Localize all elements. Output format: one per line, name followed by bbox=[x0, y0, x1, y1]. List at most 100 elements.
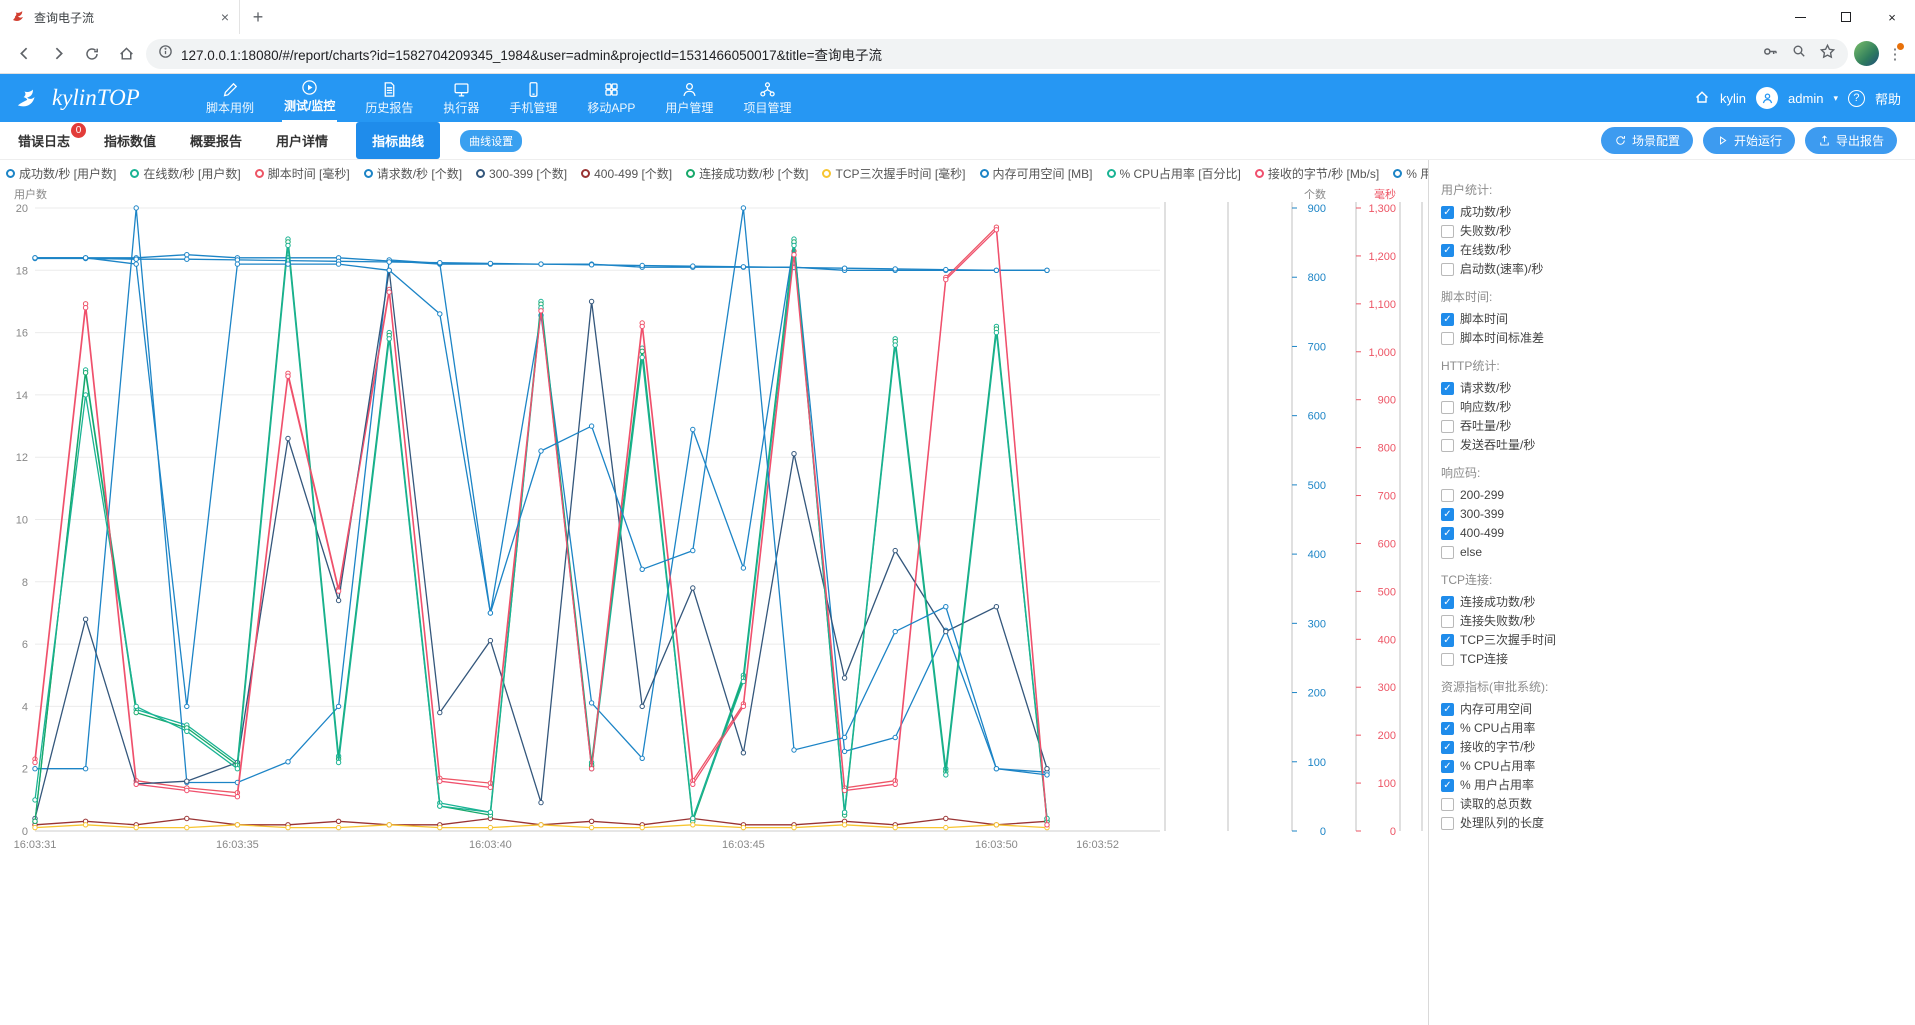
action-button-3[interactable]: 导出报告 bbox=[1805, 127, 1897, 154]
new-tab-button[interactable]: + bbox=[244, 3, 272, 31]
metric-checkbox-row[interactable]: 启动数(速率)/秒 bbox=[1441, 260, 1915, 279]
nav-item-3[interactable]: 历史报告 bbox=[363, 76, 415, 122]
user-menu-caret-icon[interactable]: ▾ bbox=[1833, 93, 1838, 104]
report-tab-1[interactable]: 错误日志0 bbox=[18, 131, 70, 150]
username[interactable]: admin bbox=[1788, 91, 1823, 106]
metric-checkbox-row[interactable]: ✓TCP三次握手时间 bbox=[1441, 631, 1915, 650]
forward-icon[interactable] bbox=[44, 40, 72, 68]
checkbox-unchecked-icon[interactable] bbox=[1441, 798, 1454, 811]
metric-checkbox-row[interactable]: 连接失败数/秒 bbox=[1441, 612, 1915, 631]
checkbox-unchecked-icon[interactable] bbox=[1441, 489, 1454, 502]
checkbox-unchecked-icon[interactable] bbox=[1441, 615, 1454, 628]
checkbox-checked-icon[interactable]: ✓ bbox=[1441, 313, 1454, 326]
checkbox-unchecked-icon[interactable] bbox=[1441, 546, 1454, 559]
nav-item-7[interactable]: 用户管理 bbox=[663, 76, 715, 122]
checkbox-unchecked-icon[interactable] bbox=[1441, 401, 1454, 414]
legend-item-7[interactable]: 连接成功数/秒 [个数] bbox=[686, 165, 808, 182]
curve-settings-button[interactable]: 曲线设置 bbox=[460, 130, 522, 152]
checkbox-unchecked-icon[interactable] bbox=[1441, 653, 1454, 666]
legend-item-3[interactable]: 脚本时间 [毫秒] bbox=[255, 165, 350, 182]
metric-checkbox-row[interactable]: ✓成功数/秒 bbox=[1441, 203, 1915, 222]
metric-checkbox-row[interactable]: ✓脚本时间 bbox=[1441, 310, 1915, 329]
checkbox-checked-icon[interactable]: ✓ bbox=[1441, 206, 1454, 219]
legend-item-10[interactable]: % CPU占用率 [百分比] bbox=[1107, 165, 1241, 182]
checkbox-checked-icon[interactable]: ✓ bbox=[1441, 527, 1454, 540]
browser-profile-avatar[interactable] bbox=[1854, 41, 1879, 66]
legend-item-5[interactable]: 300-399 [个数] bbox=[476, 165, 567, 182]
url-text[interactable]: 127.0.0.1:18080/#/report/charts?id=15827… bbox=[181, 44, 1754, 64]
page-info-icon[interactable] bbox=[158, 44, 173, 64]
back-icon[interactable] bbox=[10, 40, 38, 68]
tab-close-icon[interactable]: × bbox=[221, 9, 229, 25]
checkbox-checked-icon[interactable]: ✓ bbox=[1441, 741, 1454, 754]
brand-logo[interactable]: kylinTOP bbox=[14, 85, 204, 111]
legend-item-8[interactable]: TCP三次握手时间 [毫秒] bbox=[822, 165, 965, 182]
checkbox-checked-icon[interactable]: ✓ bbox=[1441, 703, 1454, 716]
metric-checkbox-row[interactable]: 响应数/秒 bbox=[1441, 398, 1915, 417]
help-label[interactable]: 帮助 bbox=[1875, 89, 1901, 108]
legend-item-6[interactable]: 400-499 [个数] bbox=[581, 165, 672, 182]
checkbox-checked-icon[interactable]: ✓ bbox=[1441, 722, 1454, 735]
report-tab-3[interactable]: 概要报告 bbox=[190, 131, 242, 150]
checkbox-unchecked-icon[interactable] bbox=[1441, 263, 1454, 276]
checkbox-checked-icon[interactable]: ✓ bbox=[1441, 596, 1454, 609]
metric-checkbox-row[interactable]: 处理队列的长度 bbox=[1441, 814, 1915, 833]
metric-checkbox-row[interactable]: 失败数/秒 bbox=[1441, 222, 1915, 241]
metric-checkbox-row[interactable]: ✓内存可用空间 bbox=[1441, 700, 1915, 719]
action-button-1[interactable]: 场景配置 bbox=[1601, 127, 1693, 154]
metric-checkbox-row[interactable]: ✓400-499 bbox=[1441, 524, 1915, 543]
metric-checkbox-row[interactable]: ✓请求数/秒 bbox=[1441, 379, 1915, 398]
bookmark-star-icon[interactable] bbox=[1819, 43, 1836, 65]
browser-tab[interactable]: 查询电子流 × bbox=[0, 0, 240, 34]
action-button-2[interactable]: 开始运行 bbox=[1703, 127, 1795, 154]
home-icon[interactable] bbox=[112, 40, 140, 68]
home-project-icon[interactable] bbox=[1694, 89, 1710, 108]
checkbox-unchecked-icon[interactable] bbox=[1441, 817, 1454, 830]
refresh-icon[interactable] bbox=[78, 40, 106, 68]
metric-checkbox-row[interactable]: 发送吞吐量/秒 bbox=[1441, 436, 1915, 455]
nav-item-8[interactable]: 项目管理 bbox=[741, 76, 793, 122]
metric-checkbox-row[interactable]: ✓在线数/秒 bbox=[1441, 241, 1915, 260]
metric-checkbox-row[interactable]: ✓% 用户占用率 bbox=[1441, 776, 1915, 795]
project-name[interactable]: kylin bbox=[1720, 91, 1746, 106]
window-close-button[interactable]: × bbox=[1869, 0, 1915, 34]
tab-metric-curves[interactable]: 指标曲线 bbox=[356, 122, 440, 159]
legend-item-12[interactable]: % 用户占用率 [百分比] bbox=[1393, 165, 1428, 182]
nav-item-5[interactable]: 手机管理 bbox=[507, 76, 559, 122]
checkbox-checked-icon[interactable]: ✓ bbox=[1441, 244, 1454, 257]
legend-item-9[interactable]: 内存可用空间 [MB] bbox=[980, 165, 1093, 182]
window-maximize-button[interactable] bbox=[1823, 0, 1869, 34]
checkbox-checked-icon[interactable]: ✓ bbox=[1441, 382, 1454, 395]
metric-checkbox-row[interactable]: 200-299 bbox=[1441, 486, 1915, 505]
checkbox-unchecked-icon[interactable] bbox=[1441, 332, 1454, 345]
password-key-icon[interactable] bbox=[1762, 43, 1779, 65]
help-icon[interactable]: ? bbox=[1848, 90, 1865, 107]
metric-checkbox-row[interactable]: else bbox=[1441, 543, 1915, 562]
metric-checkbox-row[interactable]: ✓% CPU占用率 bbox=[1441, 719, 1915, 738]
checkbox-unchecked-icon[interactable] bbox=[1441, 420, 1454, 433]
metric-checkbox-row[interactable]: ✓接收的字节/秒 bbox=[1441, 738, 1915, 757]
metric-checkbox-row[interactable]: ✓% CPU占用率 bbox=[1441, 757, 1915, 776]
metric-checkbox-row[interactable]: ✓300-399 bbox=[1441, 505, 1915, 524]
nav-item-1[interactable]: 脚本用例 bbox=[204, 76, 256, 122]
user-avatar[interactable] bbox=[1756, 87, 1778, 109]
legend-item-4[interactable]: 请求数/秒 [个数] bbox=[364, 165, 462, 182]
checkbox-unchecked-icon[interactable] bbox=[1441, 439, 1454, 452]
browser-menu-icon[interactable]: ⋮ bbox=[1885, 40, 1905, 68]
nav-item-2[interactable]: 测试/监控 bbox=[282, 74, 337, 122]
nav-item-6[interactable]: 移动APP bbox=[585, 76, 637, 122]
metric-checkbox-row[interactable]: TCP连接 bbox=[1441, 650, 1915, 669]
nav-item-4[interactable]: 执行器 bbox=[441, 76, 481, 122]
legend-item-1[interactable]: 成功数/秒 [用户数] bbox=[6, 165, 116, 182]
window-minimize-button[interactable] bbox=[1777, 0, 1823, 34]
zoom-search-icon[interactable] bbox=[1791, 43, 1807, 64]
url-omnibox[interactable]: 127.0.0.1:18080/#/report/charts?id=15827… bbox=[146, 39, 1848, 69]
checkbox-checked-icon[interactable]: ✓ bbox=[1441, 634, 1454, 647]
metric-checkbox-row[interactable]: 脚本时间标准差 bbox=[1441, 329, 1915, 348]
checkbox-unchecked-icon[interactable] bbox=[1441, 225, 1454, 238]
metric-checkbox-row[interactable]: ✓连接成功数/秒 bbox=[1441, 593, 1915, 612]
checkbox-checked-icon[interactable]: ✓ bbox=[1441, 760, 1454, 773]
checkbox-checked-icon[interactable]: ✓ bbox=[1441, 779, 1454, 792]
legend-item-11[interactable]: 接收的字节/秒 [Mb/s] bbox=[1255, 165, 1379, 182]
legend-item-2[interactable]: 在线数/秒 [用户数] bbox=[130, 165, 240, 182]
